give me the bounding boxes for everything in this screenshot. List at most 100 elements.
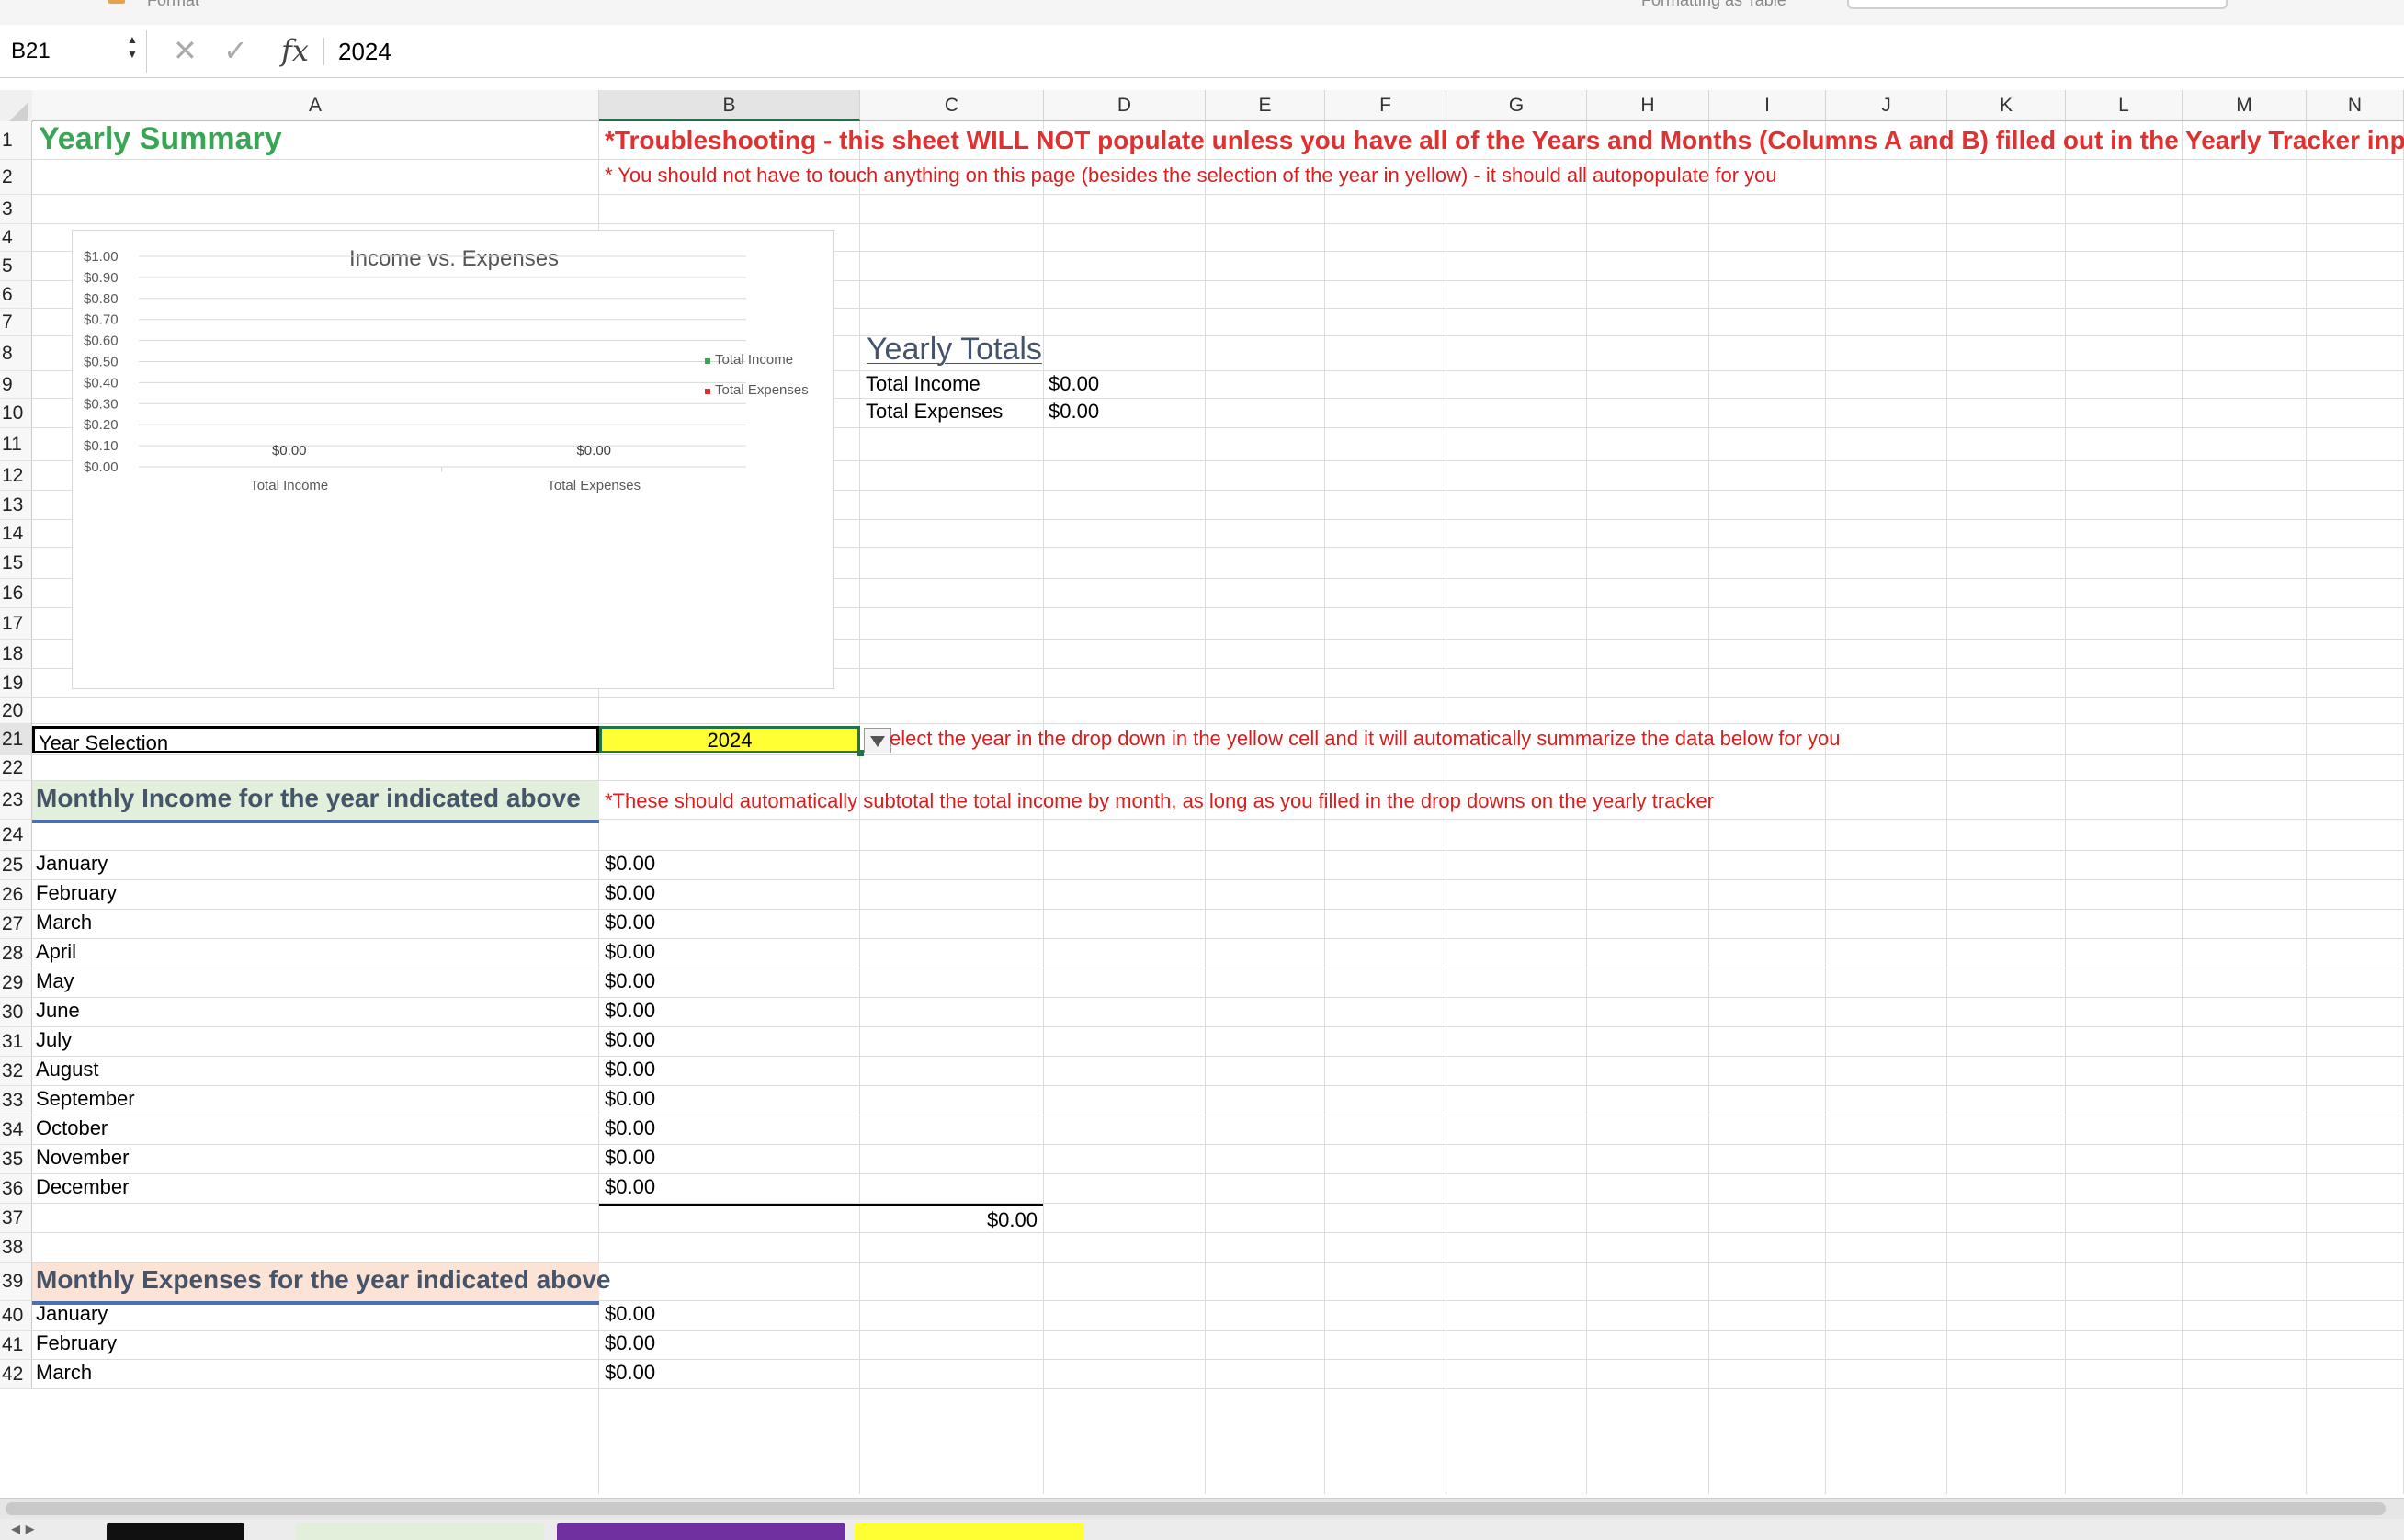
row-header-11[interactable]: 11 [0, 428, 32, 461]
scrollbar-thumb[interactable] [6, 1502, 2386, 1515]
column-header-i[interactable]: I [1709, 90, 1826, 121]
income-month-value[interactable]: $0.00 [599, 908, 655, 937]
row-header-9[interactable]: 9 [0, 371, 32, 399]
row-header-17[interactable]: 17 [0, 608, 32, 640]
column-header-m[interactable]: M [2183, 90, 2307, 121]
income-month-name[interactable]: December [32, 1172, 129, 1202]
column-header-h[interactable]: H [1587, 90, 1709, 121]
row-header-22[interactable]: 22 [0, 755, 32, 781]
column-header-b[interactable]: B [599, 90, 860, 121]
income-month-name[interactable]: February [32, 878, 117, 908]
row-header-39[interactable]: 39 [0, 1263, 32, 1301]
expense-month-value[interactable]: $0.00 [599, 1358, 655, 1387]
income-month-name[interactable]: April [32, 937, 76, 967]
insert-function-icon[interactable]: fx [281, 34, 309, 67]
row-header-25[interactable]: 25 [0, 851, 32, 880]
row-header-16[interactable]: 16 [0, 579, 32, 608]
income-month-name[interactable]: June [32, 996, 80, 1025]
income-month-value[interactable]: $0.00 [599, 1143, 655, 1172]
row-header-30[interactable]: 30 [0, 998, 32, 1027]
row-header-38[interactable]: 38 [0, 1233, 32, 1263]
income-month-name[interactable]: January [32, 849, 108, 878]
income-month-name[interactable]: May [32, 967, 74, 996]
income-month-name[interactable]: March [32, 908, 92, 937]
sheet-tab[interactable] [296, 1523, 544, 1540]
spreadsheet-grid[interactable]: ABCDEFGHIJKLMN 1 2 3 4 5 6 7 8 9 10 11 12 13 14 15 16 17… [0, 77, 2404, 1494]
row-header-20[interactable]: 20 [0, 698, 32, 724]
row-header-12[interactable]: 12 [0, 461, 32, 491]
year-dropdown-button[interactable] [864, 728, 891, 753]
sheet-tab[interactable] [107, 1523, 244, 1540]
row-header-26[interactable]: 26 [0, 880, 32, 910]
formula-input[interactable]: 2024 [338, 36, 391, 67]
income-month-value[interactable]: $0.00 [599, 1084, 655, 1114]
income-month-value[interactable]: $0.00 [599, 849, 655, 878]
year-selection-cell[interactable]: 2024 [599, 726, 860, 753]
row-header-8[interactable]: 8 [0, 336, 32, 371]
row-header-24[interactable]: 24 [0, 820, 32, 851]
row-header-42[interactable]: 42 [0, 1360, 32, 1389]
ribbon-style-box[interactable] [1847, 0, 2228, 9]
row-header-34[interactable]: 34 [0, 1115, 32, 1145]
column-header-g[interactable]: G [1446, 90, 1587, 121]
row-header-10[interactable]: 10 [0, 399, 32, 428]
row-header-32[interactable]: 32 [0, 1057, 32, 1086]
row-header-37[interactable]: 37 [0, 1204, 32, 1233]
row-header-18[interactable]: 18 [0, 640, 32, 669]
row-header-13[interactable]: 13 [0, 491, 32, 520]
row-header-4[interactable]: 4 [0, 224, 32, 252]
expense-month-name[interactable]: February [32, 1329, 117, 1358]
row-header-36[interactable]: 36 [0, 1174, 32, 1204]
income-month-name[interactable]: November [32, 1143, 129, 1172]
expense-month-value[interactable]: $0.00 [599, 1329, 655, 1358]
column-header-d[interactable]: D [1044, 90, 1206, 121]
income-month-value[interactable]: $0.00 [599, 1114, 655, 1143]
income-month-name[interactable]: July [32, 1025, 72, 1055]
row-header-3[interactable]: 3 [0, 195, 32, 224]
column-header-n[interactable]: N [2307, 90, 2404, 121]
row-header-6[interactable]: 6 [0, 281, 32, 309]
row-header-5[interactable]: 5 [0, 252, 32, 281]
column-header-c[interactable]: C [860, 90, 1044, 121]
ribbon-format-label[interactable]: Format [147, 0, 199, 10]
row-header-29[interactable]: 29 [0, 968, 32, 998]
row-header-27[interactable]: 27 [0, 910, 32, 939]
row-header-31[interactable]: 31 [0, 1027, 32, 1057]
cancel-icon[interactable]: ✕ [173, 36, 198, 65]
sheet-tab[interactable] [855, 1523, 1084, 1540]
expense-month-name[interactable]: March [32, 1358, 92, 1387]
income-month-name[interactable]: August [32, 1055, 99, 1084]
income-expenses-chart[interactable]: Income vs. Expenses $0.00 $0.10 $0.20 $0.30 $… [72, 230, 834, 689]
income-month-value[interactable]: $0.00 [599, 878, 655, 908]
income-month-value[interactable]: $0.00 [599, 1172, 655, 1202]
horizontal-scrollbar[interactable] [0, 1498, 2404, 1519]
expense-month-value[interactable]: $0.00 [599, 1299, 655, 1329]
income-month-value[interactable]: $0.00 [599, 1025, 655, 1055]
enter-check-icon[interactable]: ✓ [223, 36, 248, 65]
expense-month-name[interactable]: January [32, 1299, 108, 1329]
income-month-name[interactable]: October [32, 1114, 108, 1143]
row-header-23[interactable]: 23 [0, 781, 32, 820]
income-month-value[interactable]: $0.00 [599, 937, 655, 967]
fill-handle[interactable] [857, 750, 864, 756]
column-header-k[interactable]: K [1947, 90, 2066, 121]
row-header-40[interactable]: 40 [0, 1301, 32, 1331]
row-header-21[interactable]: 21 [0, 724, 32, 755]
column-header-f[interactable]: F [1325, 90, 1446, 121]
income-month-value[interactable]: $0.00 [599, 967, 655, 996]
column-header-j[interactable]: J [1826, 90, 1947, 121]
income-total[interactable]: $0.00 [599, 1204, 1043, 1233]
row-header-28[interactable]: 28 [0, 939, 32, 968]
sheet-tab[interactable] [557, 1523, 845, 1540]
row-header-2[interactable]: 2 [0, 160, 32, 195]
row-header-33[interactable]: 33 [0, 1086, 32, 1115]
tab-scroll-icon[interactable]: ◂ ▸ [11, 1519, 35, 1539]
ribbon-format-as-table-label[interactable]: Formatting as Table [1641, 0, 1786, 10]
row-header-7[interactable]: 7 [0, 309, 32, 336]
row-header-35[interactable]: 35 [0, 1145, 32, 1174]
row-header-41[interactable]: 41 [0, 1331, 32, 1360]
column-header-e[interactable]: E [1206, 90, 1325, 121]
year-selection-label[interactable]: Year Selection [32, 726, 599, 754]
format-painter-icon[interactable] [108, 0, 125, 4]
column-header-a[interactable]: A [32, 90, 599, 121]
